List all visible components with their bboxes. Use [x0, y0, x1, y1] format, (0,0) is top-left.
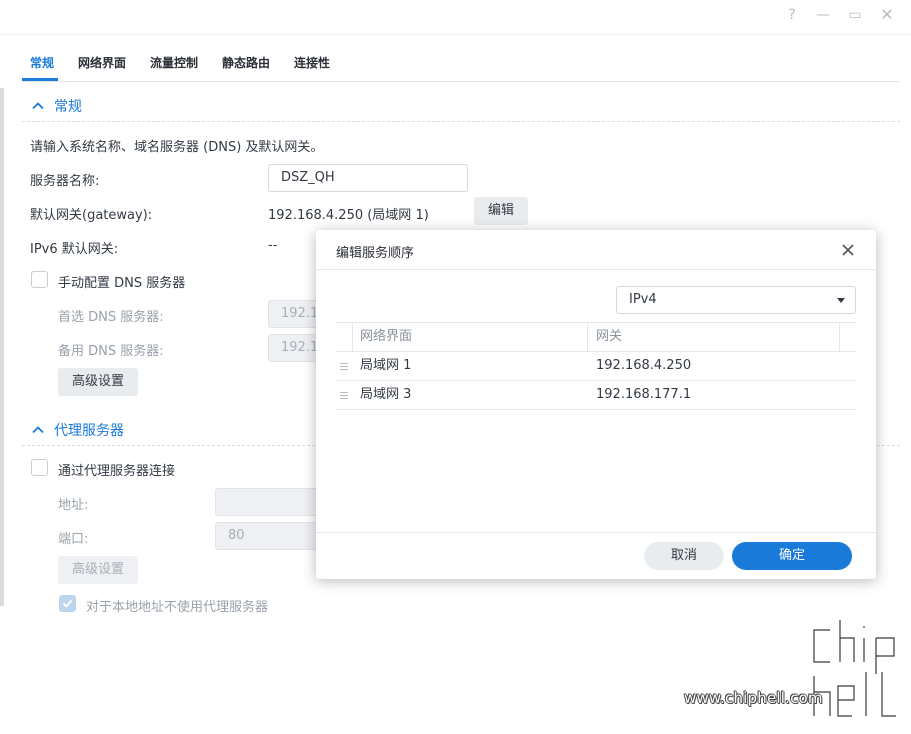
manual-dns-label: 手动配置 DNS 服务器 [58, 276, 186, 291]
bypass-local-checkbox[interactable] [59, 595, 76, 612]
tab-general[interactable]: 常规 [30, 54, 54, 71]
chevron-up-icon [32, 426, 44, 434]
table-header: 网络界面 网关 [336, 322, 856, 352]
server-name-input[interactable]: DSZ_QH [268, 164, 468, 192]
bypass-local-label: 对于本地地址不使用代理服务器 [86, 600, 269, 615]
ok-button[interactable]: 确定 [732, 542, 852, 570]
gateway-label: 默认网关(gateway): [30, 208, 153, 223]
proxy-address-label: 地址: [58, 498, 89, 513]
proxy-port-label: 端口: [58, 532, 89, 547]
row-interface: 局域网 3 [360, 387, 412, 402]
chevron-up-icon [32, 102, 44, 110]
column-header-interface[interactable]: 网络界面 [360, 323, 412, 351]
help-icon[interactable]: ? [783, 6, 801, 24]
close-window-icon[interactable]: ✕ [878, 6, 896, 24]
ipv6-gateway-label: IPv6 默认网关: [30, 242, 119, 257]
server-name-label: 服务器名称: [30, 174, 100, 189]
secondary-dns-label: 备用 DNS 服务器: [58, 344, 164, 359]
table-row[interactable]: 局域网 1 192.168.4.250 [336, 352, 856, 381]
caret-down-icon [837, 298, 845, 303]
section-proxy-header[interactable]: 代理服务器 [30, 420, 124, 440]
section-general-title: 常规 [54, 99, 82, 115]
tab-static-route[interactable]: 静态路由 [222, 54, 270, 71]
ipv6-gateway-value: -- [268, 238, 278, 253]
row-interface: 局域网 1 [360, 358, 412, 373]
dns-advanced-button[interactable]: 高级设置 [58, 368, 138, 396]
close-icon[interactable] [838, 240, 858, 260]
column-separator [587, 323, 588, 351]
manual-dns-checkbox[interactable] [31, 271, 48, 288]
section-proxy-title: 代理服务器 [54, 423, 124, 439]
edit-gateway-button[interactable]: 编辑 [474, 197, 528, 225]
drag-handle-icon[interactable] [340, 362, 348, 371]
dialog-footer-divider [316, 532, 876, 533]
service-order-table: 网络界面 网关 局域网 1 192.168.4.250 局域网 3 192.16… [336, 322, 856, 410]
row-gateway: 192.168.177.1 [596, 387, 692, 402]
general-description: 请输入系统名称、域名服务器 (DNS) 及默认网关。 [30, 140, 324, 155]
tab-network-interface[interactable]: 网络界面 [78, 54, 126, 71]
title-divider [0, 34, 911, 35]
protocol-select-value: IPv4 [629, 292, 657, 307]
checkmark-icon [62, 599, 73, 608]
table-row[interactable]: 局域网 3 192.168.177.1 [336, 381, 856, 410]
proxy-address-input[interactable] [215, 488, 328, 516]
proxy-connect-checkbox[interactable] [31, 459, 48, 476]
column-header-gateway[interactable]: 网关 [596, 323, 622, 351]
column-separator [352, 323, 353, 351]
proxy-port-input[interactable]: 80 [215, 522, 328, 550]
edit-service-order-dialog: 编辑服务顺序 IPv4 网络界面 网关 局域网 1 192.168.4.250 … [316, 230, 876, 579]
protocol-select[interactable]: IPv4 [616, 286, 856, 314]
section-general-header[interactable]: 常规 [30, 96, 82, 116]
primary-dns-label: 首选 DNS 服务器: [58, 310, 164, 325]
dialog-title: 编辑服务顺序 [336, 246, 415, 261]
scrollbar[interactable] [0, 88, 4, 606]
column-separator [839, 323, 840, 351]
cancel-button[interactable]: 取消 [644, 542, 724, 570]
tab-traffic-control[interactable]: 流量控制 [150, 54, 198, 71]
row-gateway: 192.168.4.250 [596, 358, 692, 373]
tab-divider [22, 81, 900, 82]
watermark-site-text: www.chiphell.com [684, 689, 823, 707]
proxy-advanced-button[interactable]: 高级设置 [58, 556, 138, 584]
drag-handle-icon[interactable] [340, 391, 348, 400]
section-divider [22, 121, 900, 122]
proxy-connect-label: 通过代理服务器连接 [58, 464, 176, 479]
tab-connectivity[interactable]: 连接性 [294, 54, 330, 71]
gateway-value: 192.168.4.250 (局域网 1) [268, 208, 429, 223]
maximize-icon[interactable]: ▭ [846, 6, 864, 24]
dialog-header-divider [316, 269, 876, 270]
minimize-icon[interactable]: — [814, 6, 832, 24]
